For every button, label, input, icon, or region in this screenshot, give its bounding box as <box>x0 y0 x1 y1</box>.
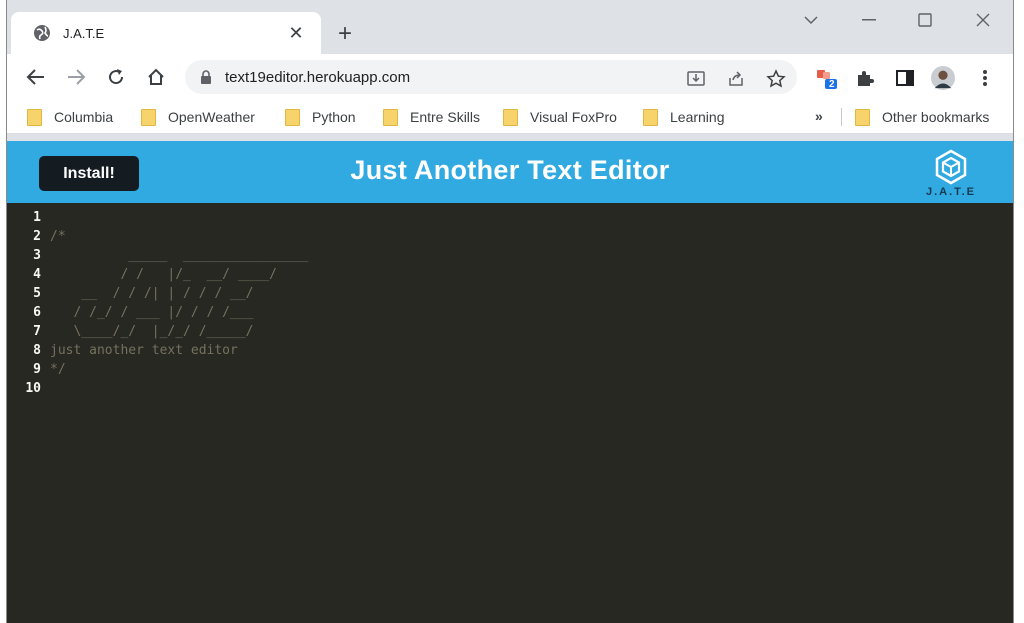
folder-icon <box>503 108 518 126</box>
tab-strip: J.A.T.E ✕ + <box>7 0 1013 54</box>
editor-line: 9 */ <box>7 360 1013 378</box>
address-bar[interactable]: text19editor.herokuapp.com <box>185 60 797 94</box>
bookmark-label: Other bookmarks <box>882 109 990 125</box>
browser-toolbar: text19editor.herokuapp.com 2 <box>7 54 1013 100</box>
back-arrow-icon[interactable] <box>21 62 51 92</box>
editor-line: 2 /* <box>7 227 1013 245</box>
line-number: 9 <box>33 361 41 377</box>
folder-icon <box>383 108 398 126</box>
editor-line: 3 _____ ________________ <box>7 246 1013 264</box>
reload-icon[interactable] <box>101 62 131 92</box>
bookmark-columbia[interactable]: Columbia <box>27 107 113 127</box>
globe-icon <box>33 24 51 42</box>
browser-window: J.A.T.E ✕ + text19editor.herokuapp.com 2… <box>6 0 1014 623</box>
bookmark-visual-foxpro[interactable]: Visual FoxPro <box>503 107 617 127</box>
minimize-icon[interactable] <box>849 6 889 34</box>
maximize-icon[interactable] <box>905 6 945 34</box>
line-number: 8 <box>33 342 41 358</box>
profile-avatar[interactable] <box>931 66 955 90</box>
page-content: Install! Just Another Text Editor J.A.T.… <box>7 141 1013 623</box>
app-title: Just Another Text Editor <box>350 155 670 185</box>
bookmarks-divider <box>841 108 842 126</box>
close-window-icon[interactable] <box>963 6 1003 34</box>
editor-line: 4 / / |/_ __/ ____/ <box>7 265 1013 283</box>
line-number: 2 <box>33 228 41 244</box>
new-tab-button[interactable]: + <box>331 20 359 48</box>
bookmark-star-icon[interactable] <box>765 68 787 90</box>
side-panel-icon[interactable] <box>893 66 917 90</box>
line-text: */ <box>50 361 66 377</box>
editor-line: 7 \____/_/ |_/_/ /_____/ <box>7 322 1013 340</box>
line-number: 7 <box>33 323 41 339</box>
logo-text: J.A.T.E <box>925 186 977 198</box>
extension-badge-icon[interactable]: 2 <box>815 66 839 90</box>
bookmark-label: Learning <box>670 109 725 125</box>
other-bookmarks[interactable]: Other bookmarks <box>855 107 989 127</box>
code-editor[interactable]: 1 2 /* 3 _____ ________________ 4 / / |/_… <box>7 203 1013 623</box>
folder-icon <box>285 108 300 126</box>
jate-logo: J.A.T.E <box>919 149 983 201</box>
editor-line: 1 <box>7 208 1013 226</box>
line-number: 3 <box>33 247 41 263</box>
line-number: 1 <box>33 209 41 225</box>
line-text: \____/_/ |_/_/ /_____/ <box>50 323 254 339</box>
tab-close-icon[interactable]: ✕ <box>285 22 307 44</box>
share-icon[interactable] <box>725 68 747 90</box>
bookmark-label: Entre Skills <box>410 109 481 125</box>
line-text: /* <box>50 228 66 244</box>
folder-icon <box>141 108 156 126</box>
line-number: 5 <box>33 285 41 301</box>
bookmarks-overflow-button[interactable]: » <box>815 108 823 124</box>
extensions-puzzle-icon[interactable] <box>853 66 877 90</box>
bookmark-python[interactable]: Python <box>285 107 356 127</box>
editor-line: 8 just another text editor <box>7 341 1013 359</box>
bookmark-label: Columbia <box>54 109 114 125</box>
lock-icon[interactable] <box>199 69 213 85</box>
bookmark-openweather[interactable]: OpenWeather <box>141 107 255 127</box>
line-text: / / |/_ __/ ____/ <box>50 266 277 282</box>
menu-kebab-icon[interactable] <box>973 66 997 90</box>
tab-search-icon[interactable] <box>791 6 831 34</box>
line-number: 10 <box>25 380 41 396</box>
bookmark-learning[interactable]: Learning <box>643 107 725 127</box>
editor-line: 5 __ / / /| | / / / __/ <box>7 284 1013 302</box>
line-text: just another text editor <box>50 342 238 358</box>
folder-icon <box>27 108 42 126</box>
line-text: __ / / /| | / / / __/ <box>50 285 254 301</box>
tab-title: J.A.T.E <box>63 25 105 41</box>
bookmark-label: Python <box>312 109 356 125</box>
forward-arrow-icon[interactable] <box>61 62 91 92</box>
jate-logo-icon <box>935 149 967 185</box>
editor-line: 6 / /_/ / ___ |/ / / /___ <box>7 303 1013 321</box>
url-text: text19editor.herokuapp.com <box>225 68 411 86</box>
line-number: 4 <box>33 266 41 282</box>
editor-line: 10 <box>7 379 1013 397</box>
extension-badge-count: 2 <box>829 79 835 90</box>
folder-icon <box>855 108 870 126</box>
bookmark-entre-skills[interactable]: Entre Skills <box>383 107 480 127</box>
line-number: 6 <box>33 304 41 320</box>
browser-tab[interactable]: J.A.T.E ✕ <box>11 12 321 54</box>
app-header: Install! Just Another Text Editor J.A.T.… <box>7 141 1013 203</box>
line-text: _____ ________________ <box>50 247 309 263</box>
home-icon[interactable] <box>141 62 171 92</box>
bookmark-label: OpenWeather <box>168 109 255 125</box>
folder-icon <box>643 108 658 126</box>
install-app-icon[interactable] <box>685 68 707 90</box>
line-text: / /_/ / ___ |/ / / /___ <box>50 304 254 320</box>
bookmark-label: Visual FoxPro <box>530 109 617 125</box>
bookmarks-bar: Columbia OpenWeather Python Entre Skills… <box>7 100 1013 134</box>
